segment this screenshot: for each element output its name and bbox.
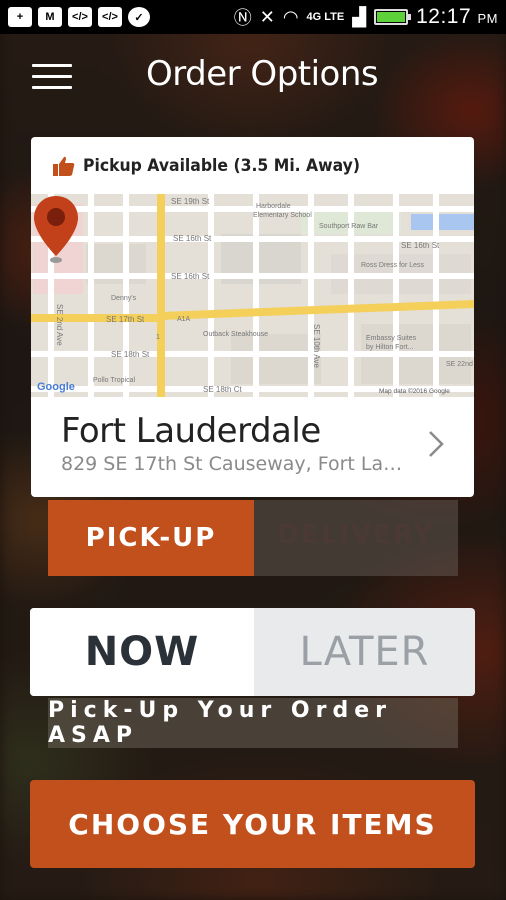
svg-text:SE 17th St: SE 17th St xyxy=(106,315,145,324)
svg-text:Ross Dress for Less: Ross Dress for Less xyxy=(361,262,425,269)
wifi-icon: ◠ xyxy=(282,6,299,27)
pickup-tab[interactable]: PICK-UP xyxy=(48,500,254,576)
svg-text:SE 18th St: SE 18th St xyxy=(111,350,150,359)
svg-text:Embassy Suites: Embassy Suites xyxy=(366,335,417,342)
svg-text:Southport Raw Bar: Southport Raw Bar xyxy=(319,223,379,230)
store-name: Fort Lauderdale xyxy=(61,411,321,451)
signal-icon: ▟ xyxy=(352,6,367,27)
delivery-tab[interactable]: DELIVERY xyxy=(254,500,458,570)
order-type-toggle: PICK-UP DELIVERY xyxy=(48,500,458,576)
thumbs-up-icon xyxy=(53,156,75,176)
nfc-icon: Ⓝ xyxy=(233,8,252,28)
svg-text:1: 1 xyxy=(156,334,160,341)
svg-text:Harbordale: Harbordale xyxy=(256,203,291,210)
svg-text:Denny's: Denny's xyxy=(111,295,137,302)
order-timing-toggle: NOW LATER xyxy=(30,608,475,696)
svg-text:Outback Steakhouse: Outback Steakhouse xyxy=(203,331,268,338)
notification-icons: + M </> </> ✓ xyxy=(8,7,150,27)
clock: 12:17 PM xyxy=(416,5,498,28)
code-icon: </> xyxy=(98,7,122,27)
svg-text:A1A: A1A xyxy=(177,316,191,323)
map-attribution: Map data ©2016 Google xyxy=(379,387,450,395)
svg-text:Elementary School: Elementary School xyxy=(253,212,312,219)
mute-icon: ✕ xyxy=(259,6,275,27)
svg-text:SE 18th Ct: SE 18th Ct xyxy=(203,385,242,394)
svg-text:Pollo Tropical: Pollo Tropical xyxy=(93,377,135,384)
svg-text:SE 16th St: SE 16th St xyxy=(171,272,210,281)
store-card: Pickup Available (3.5 Mi. Away) SE 19th … xyxy=(31,137,474,497)
svg-text:SE 22nd: SE 22nd xyxy=(446,361,473,368)
svg-text:SE 19th St: SE 19th St xyxy=(171,197,210,206)
now-button[interactable]: NOW xyxy=(30,608,254,696)
availability-text: Pickup Available (3.5 Mi. Away) xyxy=(83,155,361,176)
store-address: 829 SE 17th St Causeway, Fort Laud... xyxy=(61,453,411,475)
code-icon: </> xyxy=(68,7,92,27)
battery-icon xyxy=(374,9,412,25)
chat-icon: ✓ xyxy=(128,7,150,27)
svg-text:SE 2nd Ave: SE 2nd Ave xyxy=(55,304,64,346)
page-title: Order Options xyxy=(146,54,379,94)
status-bar: + M </> </> ✓ Ⓝ ✕ ◠ 4G LTE ▟ 12:17 PM xyxy=(0,0,506,34)
location-pin-icon[interactable] xyxy=(31,194,81,266)
availability-row: Pickup Available (3.5 Mi. Away) xyxy=(31,137,474,194)
app-header: Order Options xyxy=(0,34,506,120)
svg-text:SE 10th Ave: SE 10th Ave xyxy=(312,324,321,368)
google-logo: Google xyxy=(37,381,75,393)
map-tiles: SE 19th St Harbordale Elementary School … xyxy=(31,194,474,397)
choose-items-button[interactable]: CHOOSE YOUR ITEMS xyxy=(30,780,475,868)
svg-text:SE 16th St: SE 16th St xyxy=(173,234,212,243)
svg-text:by Hilton Fort...: by Hilton Fort... xyxy=(366,344,414,351)
svg-text:SE 16th St: SE 16th St xyxy=(401,241,440,250)
later-button[interactable]: LATER xyxy=(254,608,475,696)
network-type: 4G LTE xyxy=(306,11,345,23)
mail-icon: M xyxy=(38,7,62,27)
store-map[interactable]: SE 19th St Harbordale Elementary School … xyxy=(31,194,474,397)
add-icon: + xyxy=(8,7,32,27)
hamburger-menu-icon[interactable] xyxy=(32,62,72,92)
timing-instruction: Pick-Up Your Order ASAP xyxy=(48,698,458,748)
store-selector[interactable]: Fort Lauderdale 829 SE 17th St Causeway,… xyxy=(31,397,474,497)
chevron-right-icon xyxy=(429,431,444,457)
